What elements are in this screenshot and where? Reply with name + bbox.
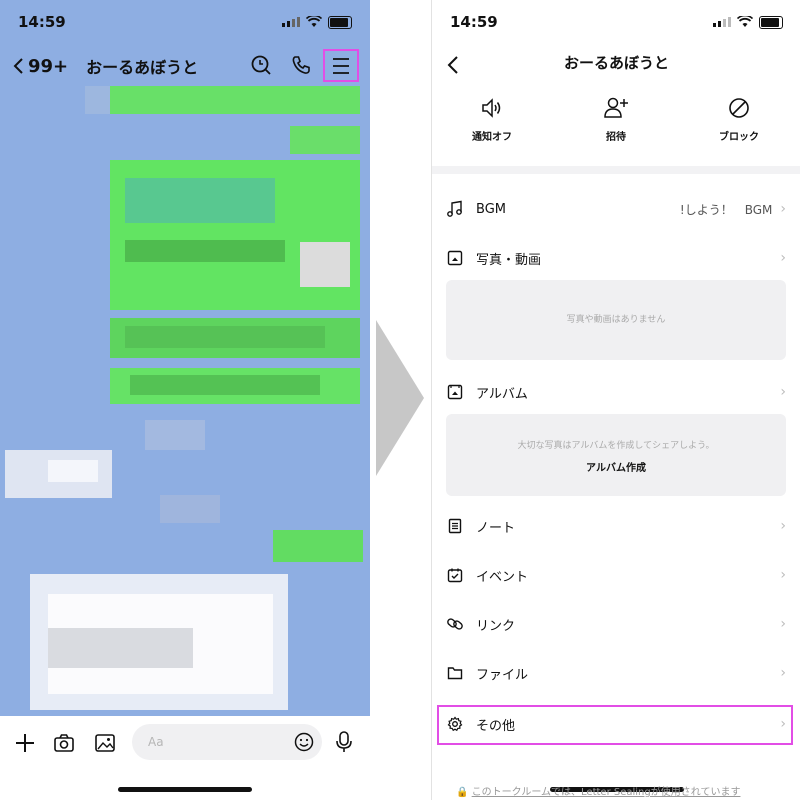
quick-action-label: 通知オフ [472,132,512,143]
status-time: 14:59 [450,13,498,31]
arrow-right-icon [376,320,424,476]
message-bubble [290,126,360,154]
link-icon [447,618,463,630]
mosaic-block [48,460,98,482]
chevron-right-icon: › [780,567,786,583]
invite-button[interactable]: 招待 [566,96,666,143]
chat-settings-screen: 14:59 おーるあぼうと 通知オフ 招待 ブロック BGM !しよう！ BGM… [431,0,800,800]
row-notes[interactable]: ノート › [446,506,786,546]
status-bar: 14:59 [432,0,800,44]
chat-screen: 14:59 99+ おーるあぼうと Aa [0,0,370,800]
chevron-left-icon [13,58,23,74]
phone-icon[interactable] [290,54,312,76]
row-album[interactable]: アルバム › [446,372,786,412]
wifi-icon [737,16,753,27]
footer-text: このトークルームでは、Letter Sealingが使用されています [471,787,741,798]
signal-icon [713,17,731,27]
mosaic-block [145,420,205,450]
chevron-right-icon: › [780,250,786,266]
mosaic-block [125,240,285,262]
chevron-right-icon: › [780,665,786,681]
row-links[interactable]: リンク › [446,604,786,644]
music-note-icon [447,200,462,217]
unread-count: 99+ [28,55,69,77]
back-button[interactable]: 99+ [12,56,68,77]
home-indicator [118,787,252,792]
message-bubble [110,86,360,114]
row-files[interactable]: ファイル › [446,653,786,693]
row-label: アルバム [476,386,528,402]
menu-highlight [323,49,359,82]
image-icon[interactable] [94,732,116,754]
notifications-off-button[interactable]: 通知オフ [442,96,542,143]
speaker-icon [482,98,501,118]
other-row-highlight [437,705,793,745]
row-events[interactable]: イベント › [446,555,786,595]
quick-action-label: 招待 [606,132,626,143]
row-label: BGM [476,201,506,217]
chevron-right-icon: › [780,201,786,217]
battery-icon [328,15,352,29]
mosaic-block [300,242,350,287]
row-label: リンク [476,618,516,634]
folder-icon [447,667,463,680]
create-album-button[interactable]: アルバム作成 [446,459,786,474]
mosaic-block [130,375,320,395]
photo-icon [447,250,463,266]
add-user-icon [604,97,628,118]
mosaic-block [48,628,193,668]
block-button[interactable]: ブロック [689,96,789,143]
signal-icon [282,17,300,27]
album-empty-state: 大切な写真はアルバムを作成してシェアしよう。 アルバム作成 [446,414,786,496]
status-bar: 14:59 [0,0,370,44]
chat-header: 99+ おーるあぼうと [0,44,370,88]
chevron-right-icon: › [780,616,786,632]
emoji-icon[interactable] [293,731,315,753]
mosaic-block [125,178,275,223]
lock-icon: 🔒 [456,787,469,798]
photos-empty-state: 写真や動画はありません [446,280,786,360]
letter-sealing-notice: 🔒 このトークルームでは、Letter Sealingが使用されています [456,783,786,798]
row-photos-videos[interactable]: 写真・動画 › [446,238,786,278]
chat-title: おーるあぼうと [86,58,199,77]
row-label: ノート [476,520,516,536]
note-icon [448,518,462,534]
plus-icon[interactable] [14,732,36,754]
mosaic-block [125,326,325,348]
wifi-icon [306,16,322,27]
page-title: おーるあぼうと [563,54,669,72]
section-divider [432,166,800,174]
quick-action-label: ブロック [719,132,759,143]
battery-icon [759,15,783,29]
mosaic-block [160,495,220,523]
empty-message: 写真や動画はありません [566,315,666,325]
calendar-icon [447,568,463,583]
camera-icon[interactable] [53,732,75,754]
chevron-right-icon: › [780,518,786,534]
row-label: イベント [476,569,529,585]
row-bgm[interactable]: BGM !しよう！ BGM › [446,189,786,229]
search-icon[interactable] [250,54,272,76]
block-icon [729,98,749,118]
row-label: 写真・動画 [476,252,542,268]
bgm-current-value: !しよう！ BGM [679,202,773,217]
chevron-right-icon: › [780,384,786,400]
album-empty-message: 大切な写真はアルバムを作成してシェアしよう。 [517,441,715,451]
row-label: ファイル [476,667,529,683]
mosaic-block [85,86,110,114]
album-icon [447,384,463,400]
microphone-icon[interactable] [334,730,354,754]
message-bubble [273,530,363,562]
status-time: 14:59 [18,13,66,31]
